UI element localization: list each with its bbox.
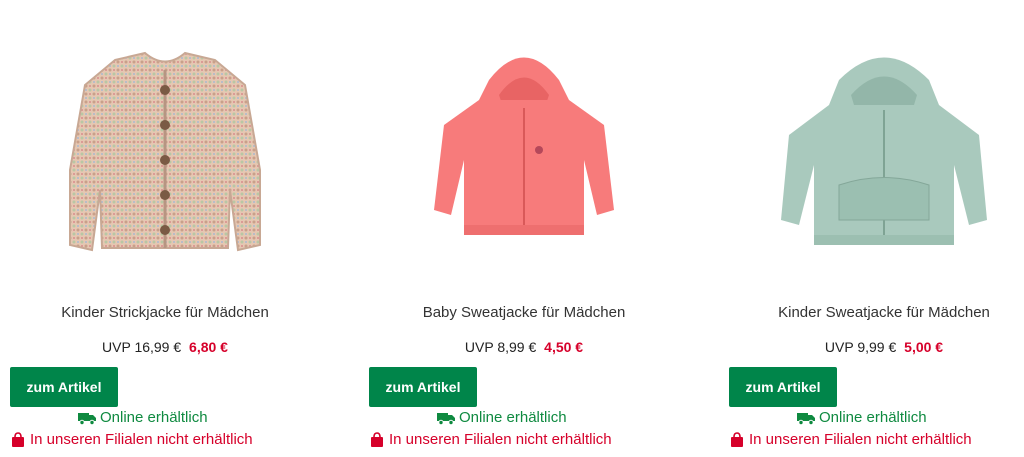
online-text: Online erhältlich [459, 409, 567, 426]
store-availability: In unseren Filialen nicht erhältlich [729, 431, 972, 448]
product-grid: Kinder Strickjacke für Mädchen UVP 16,99… [0, 0, 1024, 457]
online-availability: Online erhältlich [797, 409, 927, 426]
product-price: UVP 9,99 € 5,00 € [719, 339, 1024, 355]
store-text: In unseren Filialen nicht erhältlich [749, 431, 972, 448]
store-availability: In unseren Filialen nicht erhältlich [10, 431, 253, 448]
online-text: Online erhältlich [819, 409, 927, 426]
product-name[interactable]: Baby Sweatjacke für Mädchen [359, 304, 689, 321]
sale-price: 6,80 € [189, 339, 228, 355]
uvp-price: UVP 8,99 € [464, 339, 537, 355]
product-card: Kinder Strickjacke für Mädchen UVP 16,99… [0, 0, 330, 457]
product-image-knit-cardigan[interactable] [20, 20, 310, 275]
shopping-bag-icon [371, 431, 383, 447]
shopping-bag-icon [731, 431, 743, 447]
product-price: UVP 8,99 € 4,50 € [359, 339, 689, 355]
truck-icon [437, 412, 455, 425]
store-availability: In unseren Filialen nicht erhältlich [369, 431, 612, 448]
product-name[interactable]: Kinder Strickjacke für Mädchen [0, 304, 330, 321]
zum-artikel-button[interactable]: zum Artikel [729, 367, 837, 407]
shopping-bag-icon [12, 431, 24, 447]
online-availability: Online erhältlich [78, 409, 208, 426]
online-availability: Online erhältlich [437, 409, 567, 426]
product-image-pink-hoodie[interactable] [379, 20, 669, 275]
uvp-price: UVP 9,99 € [824, 339, 897, 355]
product-card: Kinder Sweatjacke für Mädchen UVP 9,99 €… [719, 0, 1024, 457]
sale-price: 5,00 € [904, 339, 944, 355]
online-text: Online erhältlich [100, 409, 208, 426]
uvp-price: UVP 16,99 € [102, 339, 182, 355]
product-name[interactable]: Kinder Sweatjacke für Mädchen [719, 304, 1024, 321]
product-image-mint-hoodie[interactable] [739, 20, 1024, 275]
store-text: In unseren Filialen nicht erhältlich [389, 431, 612, 448]
product-price: UVP 16,99 € 6,80 € [0, 339, 330, 355]
zum-artikel-button[interactable]: zum Artikel [369, 367, 477, 407]
truck-icon [797, 412, 815, 425]
truck-icon [78, 412, 96, 425]
store-text: In unseren Filialen nicht erhältlich [30, 431, 253, 448]
sale-price: 4,50 € [544, 339, 584, 355]
zum-artikel-button[interactable]: zum Artikel [10, 367, 118, 407]
product-card: Baby Sweatjacke für Mädchen UVP 8,99 € 4… [359, 0, 689, 457]
